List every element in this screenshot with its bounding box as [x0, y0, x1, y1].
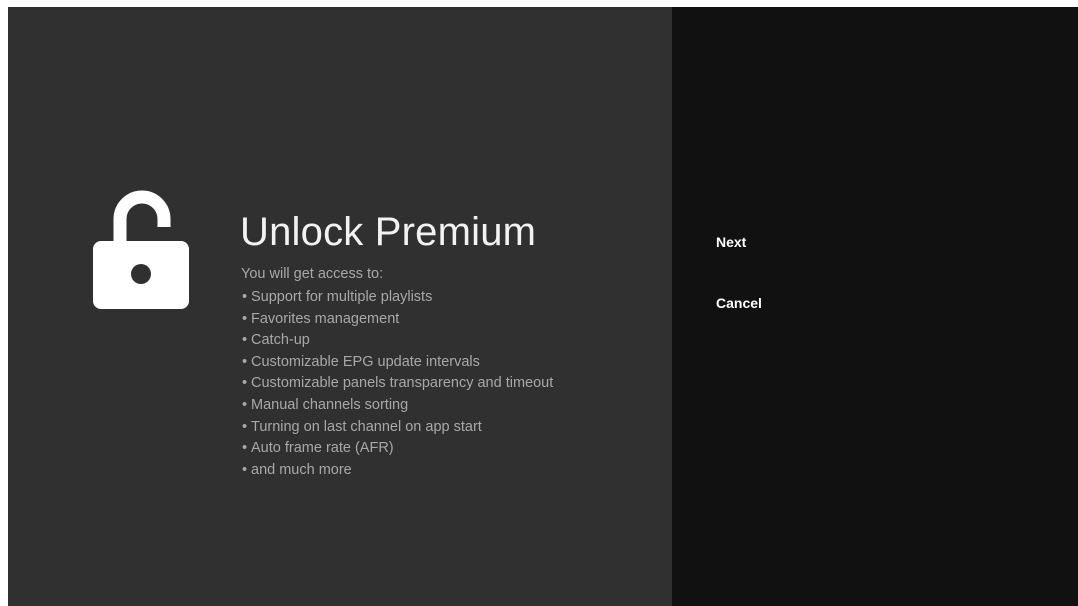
next-button[interactable]: Next [716, 231, 762, 292]
feature-text: Auto frame rate (AFR) [251, 440, 394, 457]
feature-item: • and much more [242, 461, 352, 478]
cancel-button[interactable]: Cancel [716, 292, 762, 353]
feature-text: Turning on last channel on app start [251, 418, 482, 435]
feature-item: • Customizable EPG update intervals [242, 353, 480, 370]
premium-info-panel: Unlock Premium You will get access to: •… [8, 7, 672, 606]
feature-text: and much more [251, 461, 352, 478]
feature-item: • Support for multiple playlists [242, 289, 433, 305]
premium-screen: Unlock Premium You will get access to: •… [8, 7, 1078, 606]
feature-item: • Favorites management [242, 310, 400, 327]
feature-text: Catch-up [251, 332, 310, 349]
features-list: • Support for multiple playlists • Favorit… [241, 287, 553, 481]
feature-item: • Manual channels sorting [242, 396, 409, 413]
feature-text: Support for multiple playlists [251, 289, 433, 305]
action-panel: Next Cancel [672, 7, 1078, 606]
features-intro: You will get access to: [241, 266, 384, 282]
feature-item: • Turning on last channel on app start [242, 418, 482, 435]
feature-text: Favorites management [251, 310, 400, 327]
feature-item: • Auto frame rate (AFR) [242, 440, 394, 457]
action-menu: Next Cancel [716, 231, 762, 353]
feature-text: Customizable EPG update intervals [251, 353, 480, 370]
page-title: Unlock Premium [240, 210, 537, 254]
feature-text: Customizable panels transparency and tim… [251, 375, 554, 392]
feature-item: • Customizable panels transparency and ti… [242, 375, 554, 392]
feature-item: • Catch-up [242, 332, 310, 349]
lock-open-icon [92, 181, 192, 313]
feature-text: Manual channels sorting [251, 396, 409, 413]
